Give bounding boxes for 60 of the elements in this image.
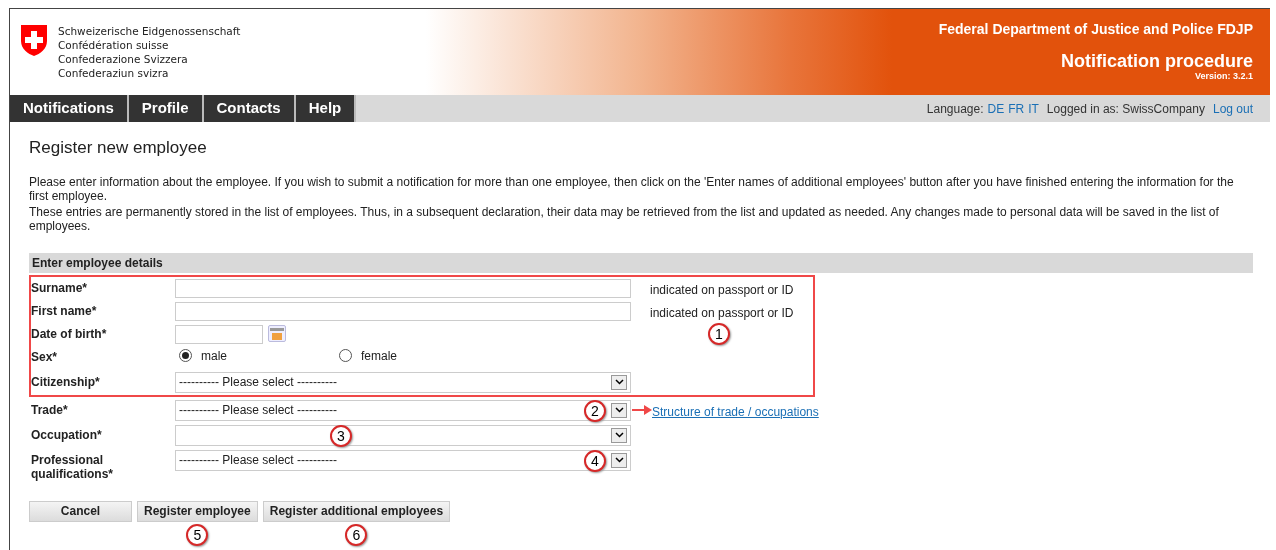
section-header: Enter employee details [29, 252, 1253, 273]
field-label: Trade* [31, 401, 69, 417]
nav-tab[interactable]: Profile [128, 95, 204, 122]
chevron-down-icon [614, 407, 624, 413]
field-hint: indicated on passport or ID [650, 304, 794, 322]
chevron-down-icon [614, 457, 624, 463]
dropdown-arrow-button[interactable] [611, 427, 627, 443]
structure-link[interactable]: Structure of trade / occupations [652, 399, 819, 421]
radio-button[interactable] [339, 349, 352, 362]
nav-tab[interactable]: Notifications [10, 95, 129, 122]
logo-text: Confédération suisse [58, 38, 170, 52]
select-field[interactable]: ---------- Please select ---------- [175, 371, 631, 393]
field-label: Sex* [31, 348, 59, 364]
chevron-down-icon [614, 379, 624, 385]
field-label: Occupation* [31, 426, 103, 442]
text-input[interactable] [175, 278, 631, 298]
language-link[interactable]: FR [1008, 99, 1025, 118]
chevron-down-icon [614, 432, 624, 438]
dropdown-arrow-button[interactable] [611, 374, 627, 390]
nav-tab[interactable]: Contacts [203, 95, 296, 122]
logged-in-text: Logged in as: SwissCompany [1046, 100, 1205, 118]
field-label: Professional qualifications* [31, 451, 114, 481]
intro-paragraph: Please enter information about the employee. If you wish to submit a notification for more than one employee, then click on the 'Enter names of additional employees' button after you have finished entering the information for the first employee. [29, 174, 1235, 203]
logo-text: Schweizerische Eidgenossenschaft [58, 24, 241, 38]
radio-label: male [201, 347, 227, 365]
intro-paragraph: These entries are permanently stored in the list of employees. Thus, in a subsequent declaration, their data may be retrieved from the list and updated as needed. Any changes made to personal data will be saved in the list of employees. [29, 204, 1220, 233]
page-title: Register new employee [29, 137, 208, 159]
callout-arrow [632, 404, 652, 415]
radio-label: female [361, 347, 398, 365]
form-button[interactable]: Register additional employees [262, 500, 451, 522]
dropdown-arrow-button[interactable] [611, 402, 627, 418]
form-button[interactable]: Register employee [137, 500, 258, 522]
text-input[interactable] [175, 301, 631, 321]
app-title: Notification procedure [1061, 51, 1253, 71]
language-label: Language: [926, 100, 984, 118]
field-label: Date of birth* [31, 325, 108, 341]
field-label: Surname* [31, 279, 89, 295]
field-hint: indicated on passport or ID [650, 281, 794, 299]
callout-number: 6 [345, 523, 368, 546]
date-input[interactable] [175, 324, 263, 344]
callout-number: 2 [584, 399, 606, 422]
language-link[interactable]: DE [987, 99, 1005, 118]
callout-number: 4 [584, 449, 606, 472]
department-name: Federal Department of Justice and Police FDJP [938, 20, 1253, 39]
radio-button[interactable] [179, 349, 192, 362]
callout-number: 3 [330, 424, 352, 447]
logo-text: Confederaziun svizra [58, 66, 170, 80]
logo-text: Confederazione Svizzera [58, 52, 189, 66]
logout-link[interactable]: Log out [1212, 99, 1253, 118]
field-label: First name* [31, 302, 98, 318]
form-button[interactable]: Cancel [29, 500, 132, 522]
nav-tab[interactable]: Help [295, 95, 357, 122]
field-label: Citizenship* [31, 373, 101, 389]
select-field[interactable] [175, 424, 631, 446]
version-text: Version: 3.2.1 [1194, 71, 1253, 81]
language-link[interactable]: IT [1028, 99, 1039, 118]
callout-number: 1 [708, 322, 730, 345]
dropdown-arrow-button[interactable] [611, 452, 627, 468]
swiss-shield-icon [20, 24, 48, 57]
callout-number: 5 [186, 523, 209, 546]
